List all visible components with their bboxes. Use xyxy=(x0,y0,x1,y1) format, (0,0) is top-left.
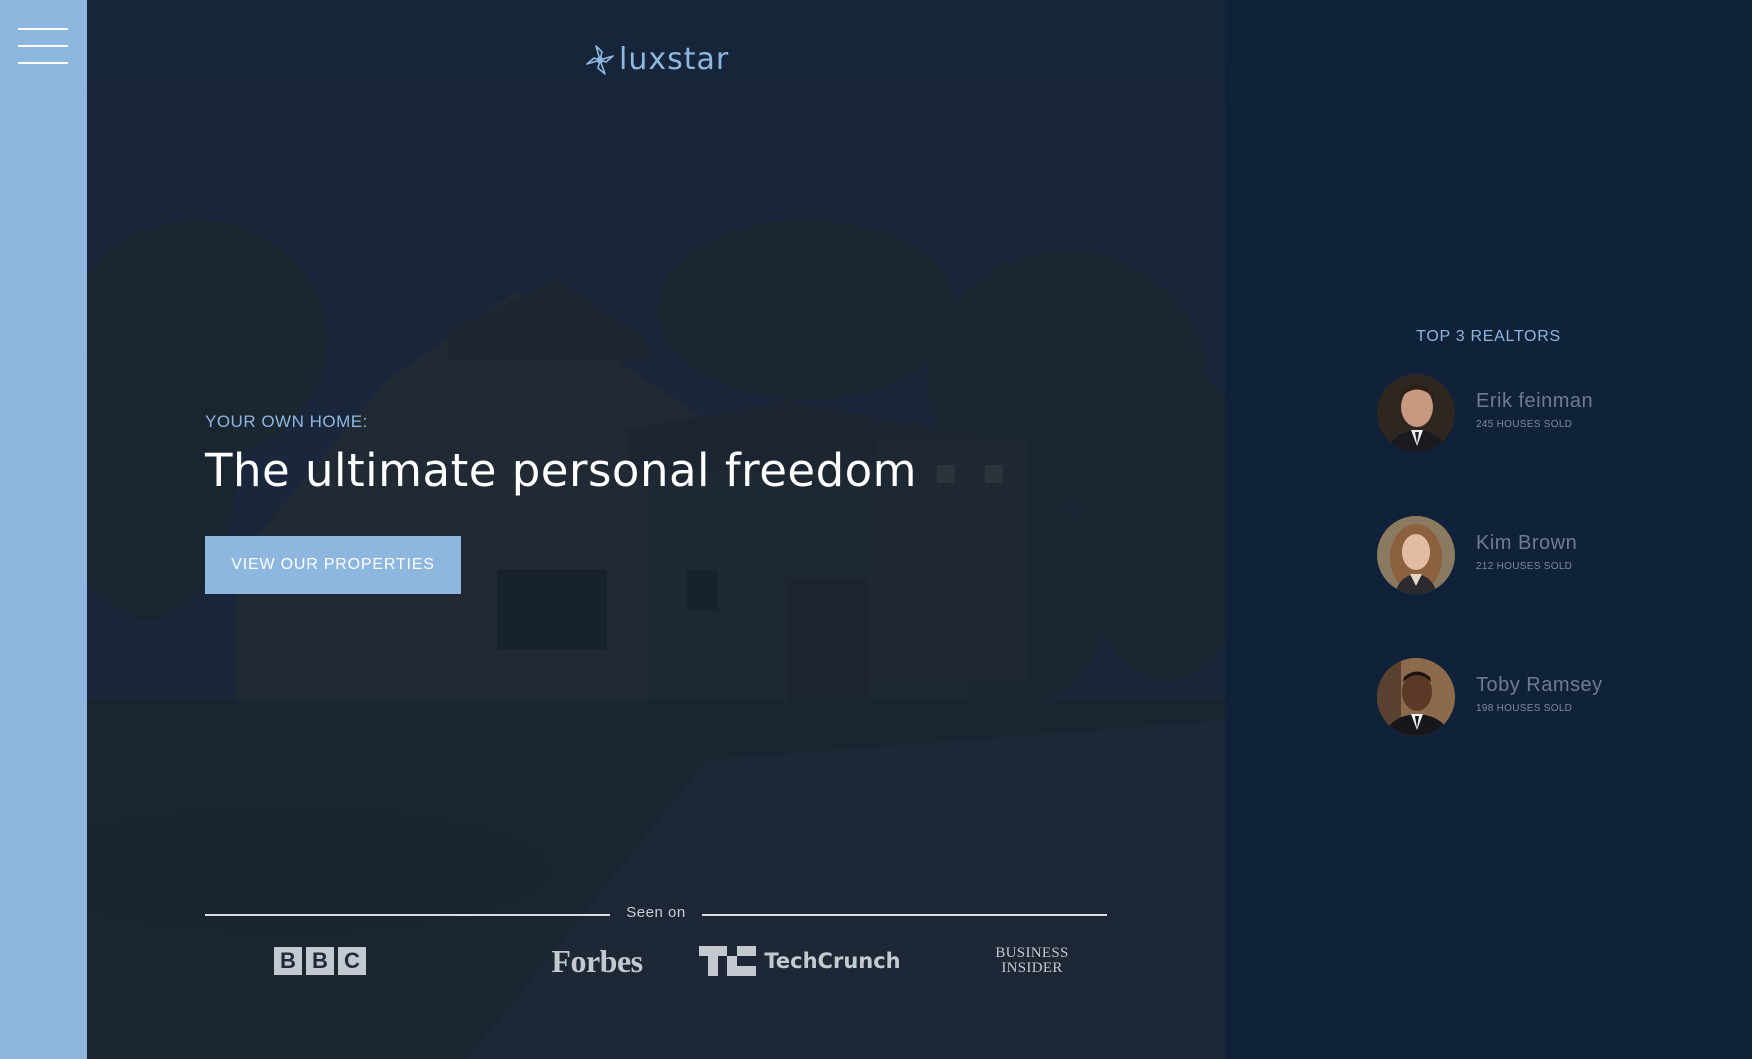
techcrunch-mark-icon xyxy=(699,946,757,976)
hero-section: luxstar YOUR OWN HOME: The ultimate pers… xyxy=(87,0,1225,1059)
avatar xyxy=(1377,374,1455,452)
bbc-logo: B B C xyxy=(257,940,383,982)
realtor-name: Toby Ramsey xyxy=(1476,674,1603,696)
realtor-card[interactable]: Toby Ramsey 198 HOUSES SOLD xyxy=(1377,658,1677,738)
realtor-houses-sold: 245 HOUSES SOLD xyxy=(1476,419,1573,430)
hero-eyebrow: YOUR OWN HOME: xyxy=(205,412,368,431)
view-properties-button[interactable]: VIEW OUR PROPERTIES xyxy=(205,536,461,594)
realtors-title: TOP 3 REALTORS xyxy=(1416,328,1561,345)
bbc-letter: B xyxy=(274,947,302,975)
realtor-photo xyxy=(1377,374,1455,452)
forbes-logo: Forbes xyxy=(551,942,643,979)
realtor-name: Erik feinman xyxy=(1476,390,1594,412)
realtor-card[interactable]: Erik feinman 245 HOUSES SOLD xyxy=(1377,374,1677,454)
techcrunch-logo: TechCrunch xyxy=(670,940,930,982)
realtors-panel: TOP 3 REALTORS Erik feinman 245 HOUSES S… xyxy=(1225,0,1752,1059)
page: luxstar YOUR OWN HOME: The ultimate pers… xyxy=(0,0,1752,1059)
brand-name: luxstar xyxy=(619,42,730,77)
realtor-card[interactable]: Kim Brown 212 HOUSES SOLD xyxy=(1377,516,1677,596)
avatar xyxy=(1377,658,1455,736)
bi-line-1: Business xyxy=(995,945,1069,961)
realtor-photo xyxy=(1377,516,1455,594)
brand-logo[interactable]: luxstar xyxy=(585,40,729,80)
divider-line-right xyxy=(702,914,1107,916)
bbc-letter: C xyxy=(338,947,366,975)
bbc-letter: B xyxy=(306,947,334,975)
realtor-houses-sold: 198 HOUSES SOLD xyxy=(1476,703,1573,714)
avatar xyxy=(1377,516,1455,594)
hero-overlay xyxy=(87,0,1225,1059)
business-insider-logo: Business Insider xyxy=(947,940,1117,982)
seen-on-label: Seen on xyxy=(626,904,686,921)
sidebar xyxy=(0,0,87,1059)
realtor-name: Kim Brown xyxy=(1476,532,1578,554)
realtor-photo xyxy=(1377,658,1455,736)
bi-line-2: Insider xyxy=(1001,960,1063,976)
seen-on-divider: Seen on xyxy=(205,904,1107,926)
menu-line xyxy=(18,45,68,47)
hero-headline: The ultimate personal freedom xyxy=(205,444,917,497)
divider-line-left xyxy=(205,914,610,916)
realtor-houses-sold: 212 HOUSES SOLD xyxy=(1476,561,1573,572)
pinwheel-star-icon xyxy=(586,45,614,75)
hamburger-menu-icon[interactable] xyxy=(18,28,68,66)
menu-line xyxy=(18,62,68,64)
menu-line xyxy=(18,28,68,30)
techcrunch-wordmark: TechCrunch xyxy=(764,949,901,973)
